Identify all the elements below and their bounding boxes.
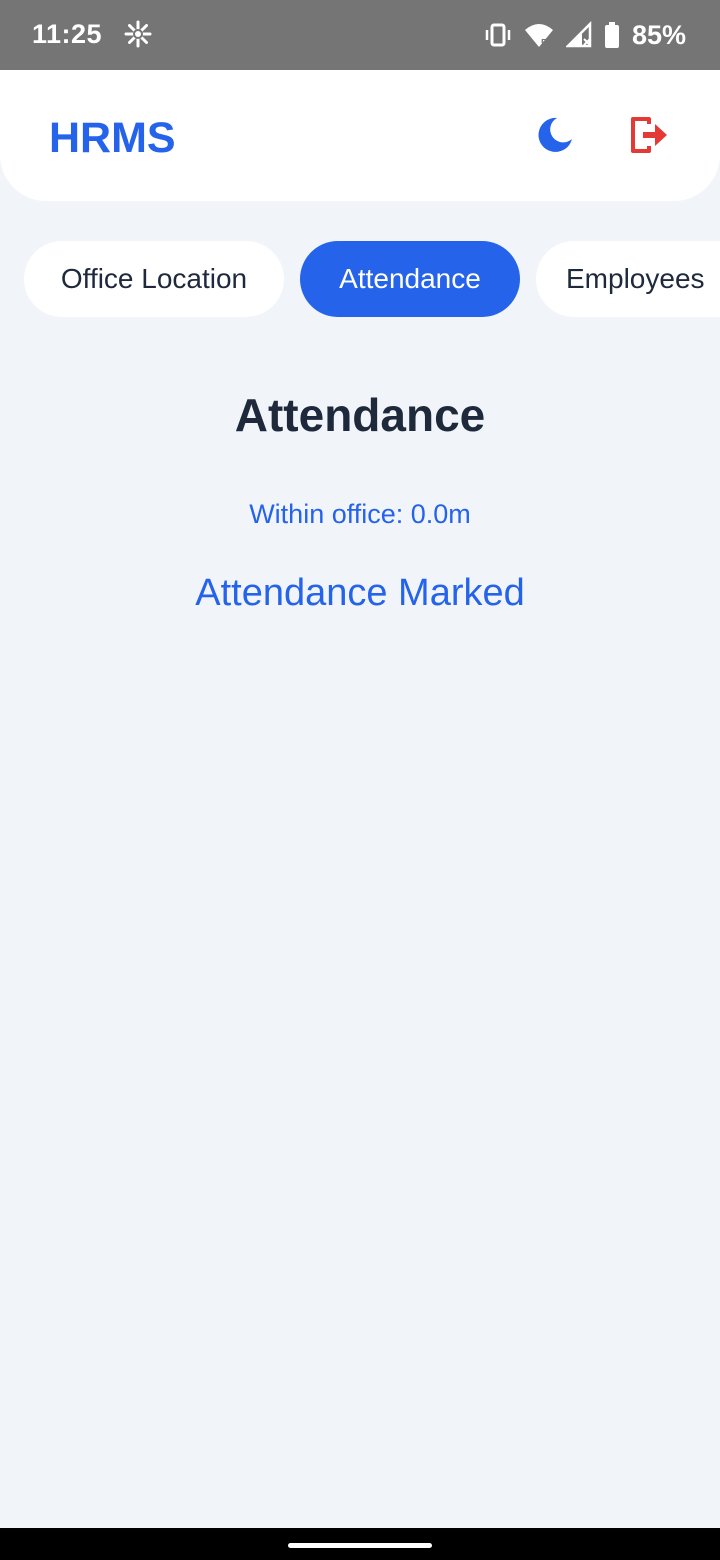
system-nav-bar [0,1528,720,1560]
settings-sparkle-icon [124,20,152,48]
wifi-icon: 5 [524,21,554,49]
battery-percentage: 85% [631,19,686,50]
tab-office-location[interactable]: Office Location [24,241,284,317]
status-bar: 11:25 5 85% [0,0,720,70]
app-screen: 11:25 5 85% HRMS Office Location Attenda… [0,0,720,1560]
logout-icon [627,114,669,161]
svg-text:5: 5 [541,38,547,49]
signal-icon [565,21,592,49]
vibrate-icon [484,21,512,49]
app-title: HRMS [49,114,176,162]
status-time: 11:25 [32,19,103,49]
moon-icon [535,115,575,160]
tab-bar: Office Location Attendance Employees [0,241,720,317]
page-title: Attendance [234,389,486,441]
office-distance-text: Within office: 0.0m [249,499,471,529]
tab-attendance[interactable]: Attendance [300,241,520,317]
battery-icon [604,21,620,49]
logout-button[interactable] [623,112,673,162]
tab-employees[interactable]: Employees [536,241,720,317]
status-icons: 5 85% [484,18,686,52]
attendance-status-text: Attendance Marked [195,572,525,614]
app-header: HRMS [0,70,720,201]
theme-toggle-button[interactable] [532,114,578,160]
home-indicator[interactable] [288,1543,432,1548]
